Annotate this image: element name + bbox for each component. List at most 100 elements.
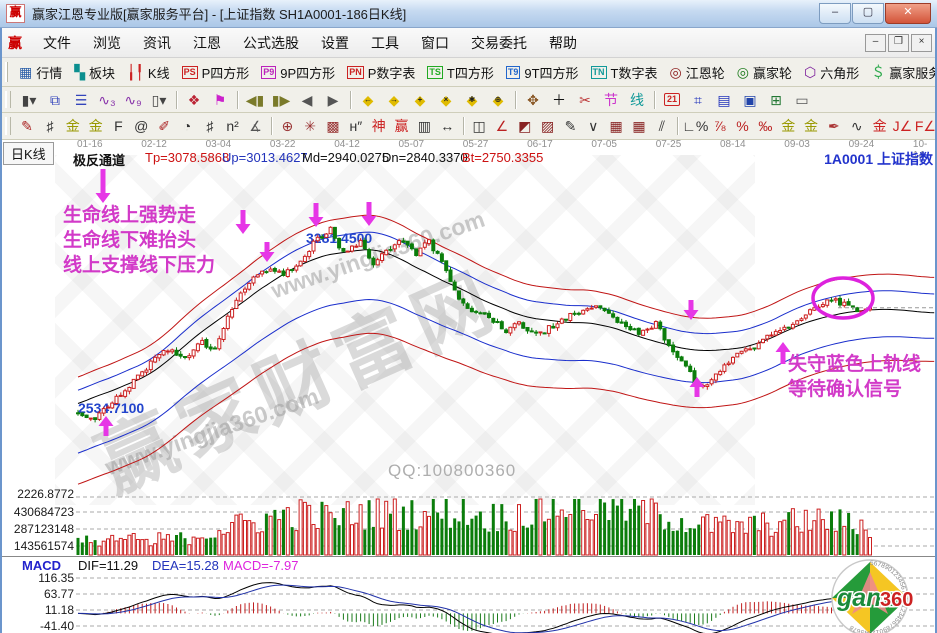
- wave-3-icon[interactable]: ∿₃: [95, 89, 119, 111]
- j-angle-icon[interactable]: J∠: [892, 115, 913, 137]
- first-page-icon[interactable]: ◀▮: [243, 89, 267, 111]
- toolbar-item-t-table[interactable]: TN T数字表: [590, 63, 657, 82]
- f-angle-icon[interactable]: F∠: [915, 115, 936, 137]
- star-rays-icon[interactable]: ✳: [300, 115, 321, 137]
- calculator-icon[interactable]: ⌗: [686, 89, 710, 111]
- maximize-button[interactable]: ▢: [852, 3, 884, 24]
- dense-grid-icon[interactable]: ▦: [606, 115, 627, 137]
- permille-icon[interactable]: ‰: [755, 115, 776, 137]
- toolbar-item-t-square[interactable]: TS T四方形: [427, 63, 494, 82]
- pen-flag-icon[interactable]: ✒: [823, 115, 844, 137]
- menu-item-2[interactable]: 资讯: [132, 30, 182, 56]
- toolbar-grip[interactable]: [5, 116, 11, 136]
- ruler-123-icon[interactable]: ▥: [414, 115, 435, 137]
- child-restore-button[interactable]: ❐: [888, 33, 909, 52]
- width-measure-icon[interactable]: ↔: [437, 115, 458, 137]
- calendar-21-icon[interactable]: 21: [660, 89, 684, 111]
- toolbar-item-gann-wheel[interactable]: ◎ 江恩轮: [669, 63, 724, 82]
- toolbar-item-sectors[interactable]: ▚ 板块: [74, 63, 115, 82]
- wave-band-icon[interactable]: ∿: [846, 115, 867, 137]
- menu-item-9[interactable]: 帮助: [538, 30, 588, 56]
- toolbar-grip[interactable]: [5, 90, 11, 109]
- gann-target-icon[interactable]: ◆ ⊕: [486, 89, 510, 111]
- notebook-icon[interactable]: ▤: [712, 89, 736, 111]
- menu-item-4[interactable]: 公式选股: [232, 30, 310, 56]
- gann-fan-icon[interactable]: ∠: [491, 115, 512, 137]
- toolbar-item-9t-square[interactable]: T9 9T四方形: [505, 63, 579, 82]
- print-icon[interactable]: ▭: [790, 89, 814, 111]
- menu-item-0[interactable]: 文件: [32, 30, 82, 56]
- toolbar-grip[interactable]: [5, 62, 8, 82]
- gann-x-icon[interactable]: ◆ ×: [434, 89, 458, 111]
- shade-box-icon[interactable]: ▨: [537, 115, 558, 137]
- segment-tool-icon[interactable]: 节: [599, 89, 623, 111]
- minimize-button[interactable]: –: [819, 3, 851, 24]
- menu-item-6[interactable]: 工具: [360, 30, 410, 56]
- menu-item-8[interactable]: 交易委托: [460, 30, 538, 56]
- toolbar-item-quotes[interactable]: ▦ 行情: [19, 63, 62, 82]
- last-page-icon[interactable]: ▮▶: [269, 89, 293, 111]
- n-square-icon[interactable]: n²: [222, 115, 243, 137]
- angle-ruler-icon[interactable]: ∡: [245, 115, 266, 137]
- gann-cross-icon[interactable]: ◆ +: [408, 89, 432, 111]
- time-cycle-icon[interactable]: ◔: [177, 115, 198, 137]
- grid-target-icon[interactable]: ▩: [323, 115, 344, 137]
- save-icon[interactable]: ▣: [738, 89, 762, 111]
- toolbar-item-winner-wheel[interactable]: ◎ 赢家轮: [737, 63, 792, 82]
- h-wave-icon[interactable]: ʜ″: [345, 115, 366, 137]
- gold-grid-icon[interactable]: 金: [62, 115, 83, 137]
- range-percent-icon[interactable]: ⅞: [709, 115, 730, 137]
- stat-percent-icon[interactable]: ∟%: [682, 115, 708, 137]
- view-mode-icon[interactable]: ❖: [182, 89, 206, 111]
- single-candle-dropdown[interactable]: ▯▾: [147, 89, 171, 111]
- gann-shift-left-icon[interactable]: ◆ ←: [356, 89, 380, 111]
- grid-fence-icon[interactable]: ♯: [39, 115, 60, 137]
- gann-star-icon[interactable]: ◆ ✱: [460, 89, 484, 111]
- gann-shift-right-icon[interactable]: ◆ →: [382, 89, 406, 111]
- crosshair-icon[interactable]: ＋: [547, 89, 571, 111]
- f-grid-icon[interactable]: F: [108, 115, 129, 137]
- shen-magic-icon[interactable]: 神: [368, 115, 389, 137]
- toolbar-item-p-table[interactable]: PN P数字表: [347, 63, 415, 82]
- parallel-lines-icon[interactable]: ⫽: [651, 115, 672, 137]
- trend-pen-icon[interactable]: ✎: [560, 115, 581, 137]
- spiral-icon[interactable]: @: [131, 115, 152, 137]
- flag-mark-icon[interactable]: ⚑: [208, 89, 232, 111]
- fence2-icon[interactable]: ♯: [199, 115, 220, 137]
- circle-cross-icon[interactable]: ⊕: [277, 115, 298, 137]
- pan-hand-icon[interactable]: ✥: [521, 89, 545, 111]
- toolbar-item-p-square[interactable]: PS P四方形: [181, 63, 249, 82]
- zigzag-icon[interactable]: ∨: [583, 115, 604, 137]
- box-frame-icon[interactable]: ◫: [469, 115, 490, 137]
- menu-item-7[interactable]: 窗口: [410, 30, 460, 56]
- toolbar-item-kline[interactable]: ╽╿ K线: [127, 63, 170, 82]
- toolbar-item-hexagon[interactable]: ⬡ 六角形: [804, 63, 859, 82]
- percent-icon[interactable]: %: [732, 115, 753, 137]
- next-bar-icon[interactable]: ▶: [321, 89, 345, 111]
- gold-lines-icon[interactable]: 金: [801, 115, 822, 137]
- wave-9-icon[interactable]: ∿₉: [121, 89, 145, 111]
- ying-win-icon[interactable]: 赢: [391, 115, 412, 137]
- line-tool-icon[interactable]: 线: [625, 89, 649, 111]
- menu-item-5[interactable]: 设置: [310, 30, 360, 56]
- child-close-button[interactable]: ×: [911, 33, 932, 52]
- quote-list-icon[interactable]: ☰: [69, 89, 93, 111]
- cut-icon[interactable]: ✂: [573, 89, 597, 111]
- gold-section-icon[interactable]: 金: [778, 115, 799, 137]
- kline-period-dropdown[interactable]: ▮▾: [17, 89, 41, 111]
- fan-box-icon[interactable]: ◩: [514, 115, 535, 137]
- menu-item-1[interactable]: 浏览: [82, 30, 132, 56]
- dense-grid2-icon[interactable]: ▦: [629, 115, 650, 137]
- zoom-compress-icon[interactable]: ⧉: [43, 89, 67, 111]
- marker-pen-icon[interactable]: ✐: [154, 115, 175, 137]
- brush-tool-icon[interactable]: ✎: [17, 115, 38, 137]
- menu-item-3[interactable]: 江恩: [182, 30, 232, 56]
- gold-red-icon[interactable]: 金: [869, 115, 890, 137]
- export-image-icon[interactable]: ⊞: [764, 89, 788, 111]
- prev-bar-icon[interactable]: ◀: [295, 89, 319, 111]
- toolbar-item-winner-service[interactable]: ＄赢家服务: [871, 63, 937, 82]
- close-button[interactable]: ✕: [885, 3, 931, 24]
- child-minimize-button[interactable]: –: [865, 33, 886, 52]
- toolbar-item-9p-square[interactable]: P9 9P四方形: [261, 63, 335, 82]
- kline-chart-canvas[interactable]: 3281.45002534.7100: [0, 140, 937, 633]
